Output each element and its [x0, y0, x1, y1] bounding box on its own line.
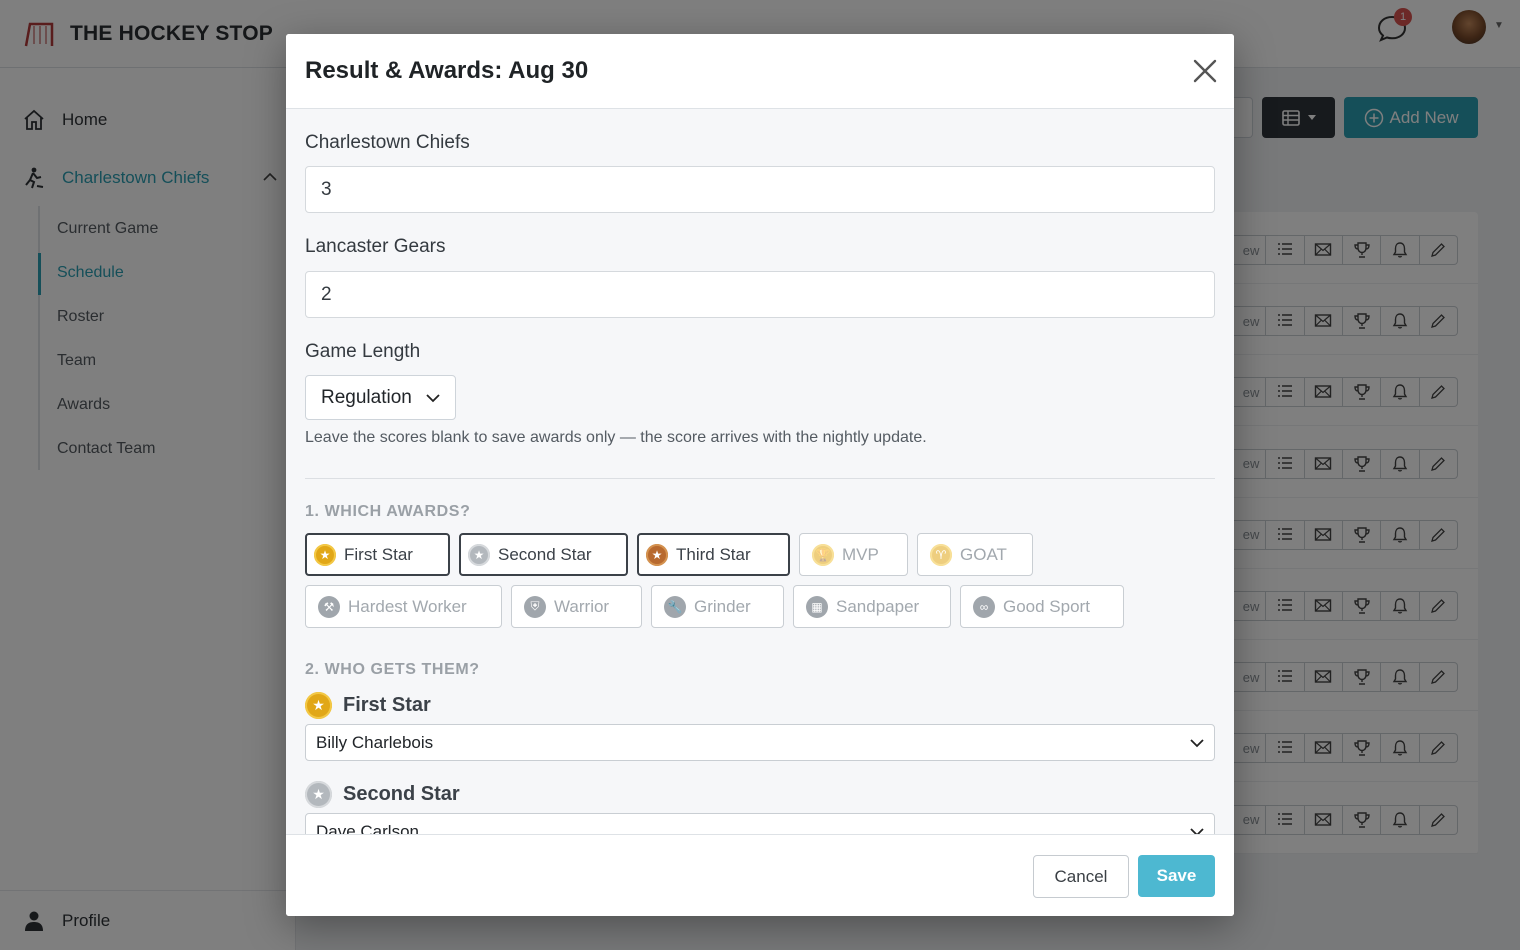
result-awards-modal: Result & Awards: Aug 30 Charlestown Chie… [286, 34, 1234, 916]
award-goat-toggle[interactable]: ♈ GOAT [917, 533, 1033, 576]
chevron-down-icon [426, 393, 440, 402]
modal-title: Result & Awards: Aug 30 [305, 57, 589, 84]
award-first-star-toggle[interactable]: ★ First Star [305, 533, 450, 576]
award-label: Hardest Worker [348, 596, 467, 616]
first-star-player-select[interactable]: Billy Charlebois [305, 724, 1215, 761]
hammer-icon: ⚒ [318, 595, 340, 618]
award-label: Second Star [498, 544, 592, 564]
award-label: Good Sport [1003, 596, 1090, 616]
modal-body[interactable]: Charlestown Chiefs 3 Lancaster Gears 2 G… [286, 109, 1234, 834]
goat-icon: ♈ [930, 543, 952, 566]
star-icon: ★ [305, 781, 332, 808]
game-length-select[interactable]: Regulation [305, 375, 456, 420]
star-icon: ★ [305, 692, 332, 719]
award-warrior-toggle[interactable]: ⛨ Warrior [511, 585, 642, 628]
award-grinder-toggle[interactable]: 🔧 Grinder [651, 585, 784, 628]
second-star-player-select[interactable]: Dave Carlson [305, 813, 1215, 834]
star-icon: ★ [468, 543, 490, 566]
game-length-label: Game Length [305, 341, 421, 362]
award-sandpaper-toggle[interactable]: ▦ Sandpaper [793, 585, 951, 628]
team1-score-input[interactable]: 3 [305, 166, 1215, 213]
sandpaper-icon: ▦ [806, 595, 828, 618]
player-name: Dave Carlson [316, 821, 419, 835]
award-label: Third Star [676, 544, 751, 564]
help-text: Leave the scores blank to save awards on… [305, 429, 927, 446]
award-label: Sandpaper [836, 596, 920, 616]
assignment-first-star-title: ★ First Star [305, 692, 431, 719]
award-third-star-toggle[interactable]: ★ Third Star [637, 533, 790, 576]
team1-label: Charlestown Chiefs [305, 132, 470, 153]
awards-heading: 1. WHICH AWARDS? [305, 503, 471, 520]
award-label: GOAT [960, 544, 1007, 564]
award-label: Warrior [554, 596, 610, 616]
star-icon: ★ [314, 543, 336, 566]
assignment-award-label: First Star [343, 694, 431, 716]
game-length-value: Regulation [321, 386, 412, 408]
chevron-down-icon [1190, 827, 1204, 834]
award-hardest-worker-toggle[interactable]: ⚒ Hardest Worker [305, 585, 502, 628]
shield-icon: ⛨ [524, 595, 546, 618]
divider [305, 478, 1215, 479]
modal-header: Result & Awards: Aug 30 [286, 34, 1234, 109]
award-good-sport-toggle[interactable]: ∞ Good Sport [960, 585, 1124, 628]
assignment-second-star-title: ★ Second Star [305, 781, 460, 808]
who-heading: 2. WHO GETS THEM? [305, 661, 480, 678]
chevron-down-icon [1190, 738, 1204, 747]
handshake-icon: ∞ [973, 595, 995, 618]
award-second-star-toggle[interactable]: ★ Second Star [459, 533, 628, 576]
modal-footer: Cancel Save [286, 834, 1234, 916]
save-button[interactable]: Save [1138, 855, 1215, 897]
team2-label: Lancaster Gears [305, 236, 446, 257]
wrench-icon: 🔧 [664, 595, 686, 618]
cancel-button[interactable]: Cancel [1033, 855, 1129, 898]
team2-score-input[interactable]: 2 [305, 271, 1215, 318]
trophy-icon: 🏆 [812, 543, 834, 566]
award-label: First Star [344, 544, 413, 564]
award-label: Grinder [694, 596, 751, 616]
assignment-award-label: Second Star [343, 783, 460, 805]
star-icon: ★ [646, 543, 668, 566]
award-label: MVP [842, 544, 879, 564]
player-name: Billy Charlebois [316, 732, 434, 752]
award-mvp-toggle[interactable]: 🏆 MVP [799, 533, 908, 576]
close-icon[interactable] [1190, 56, 1220, 86]
